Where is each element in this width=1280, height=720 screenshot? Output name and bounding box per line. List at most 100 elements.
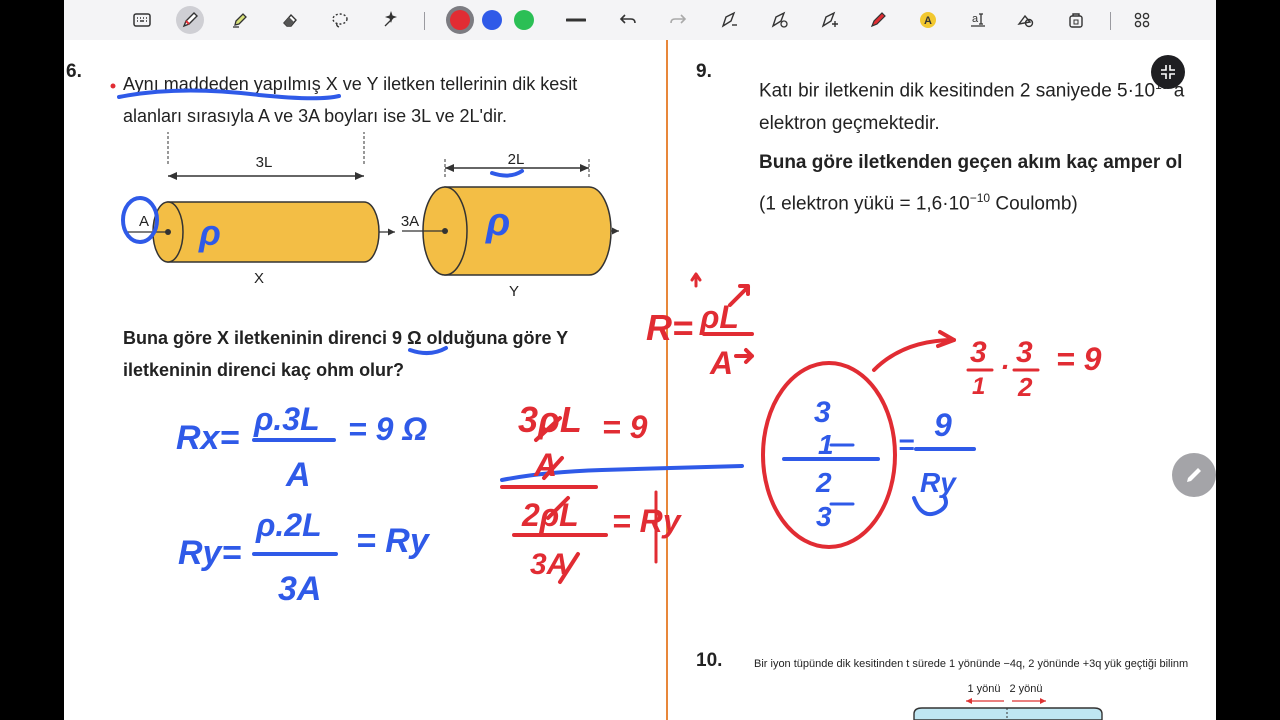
blue-rx-denominator: A — [285, 456, 311, 494]
blue-underline-intro — [117, 88, 341, 101]
toolbar-separator — [424, 12, 425, 30]
blue-color-swatch[interactable] — [482, 10, 502, 30]
blue-ratio-bottom-numerator: 2 — [815, 467, 832, 498]
lasso-icon — [332, 13, 348, 28]
pencil-icon — [1187, 468, 1201, 482]
blue-ratio-small-bars — [829, 443, 855, 506]
blue-ry-numerator: ρ.2L — [255, 507, 322, 543]
shape-icon — [771, 11, 788, 28]
edit-floating-button[interactable] — [1172, 453, 1216, 497]
blue-rx-rhs: = 9 Ω — [348, 411, 427, 447]
red-formula-r: R= — [646, 307, 693, 348]
tape-button[interactable] — [816, 6, 844, 34]
keyboard-icon — [133, 13, 151, 27]
cylinder-x-name: X — [254, 270, 264, 287]
shape-button[interactable] — [766, 6, 794, 34]
tape-icon — [821, 11, 838, 28]
red-product-equals: = 9 — [1056, 341, 1102, 377]
lasso-button[interactable] — [326, 6, 354, 34]
shape-pen-icon — [721, 11, 737, 28]
redo-button[interactable] — [664, 6, 692, 34]
document-page[interactable]: 6. Aynı maddeden yapılmış X ve Y iletken… — [64, 40, 1216, 720]
text-box-button[interactable]: a — [964, 6, 992, 34]
stroke-width-icon — [566, 18, 586, 22]
red-small-arrow — [690, 272, 702, 288]
magic-icon — [384, 10, 398, 27]
collapse-button[interactable] — [1151, 55, 1185, 89]
blue-ry-lhs: Ry= — [178, 534, 241, 572]
svg-text:a: a — [972, 13, 979, 25]
blue-ry-rhs: = Ry — [356, 522, 431, 560]
red-product-dot: · — [1000, 351, 1009, 382]
blue-rho-x: ρ — [198, 212, 221, 253]
redo-icon — [670, 14, 687, 24]
eraser-button[interactable] — [276, 6, 304, 34]
grid-button[interactable] — [1128, 6, 1156, 34]
red-color-swatch[interactable] — [450, 10, 470, 30]
stroke-width-button[interactable] — [562, 6, 590, 34]
highlighter-icon — [233, 13, 247, 28]
red-product-a-numerator: 3 — [970, 336, 987, 369]
undo-icon — [619, 14, 636, 24]
blue-annotations — [117, 88, 976, 556]
blue-ry-scribble — [912, 494, 948, 517]
blue-rx-numerator: ρ.3L — [253, 401, 320, 437]
annotation-toolbar: A a — [64, 0, 1216, 41]
laser-icon — [870, 12, 886, 28]
cylinder-y-area-label: 3A — [401, 213, 419, 230]
highlighter-button[interactable] — [226, 6, 254, 34]
cylinder-y-length-label: 2L — [508, 151, 525, 168]
grid-icon — [1134, 12, 1150, 28]
q10-direction-2-label: 2 yönü — [1009, 683, 1042, 695]
text-icon: A — [920, 12, 936, 28]
red-bottom-denominator: 3A — [530, 548, 568, 581]
cylinder-y-name: Y — [509, 283, 519, 300]
cylinder-x-figure: 3L A X — [124, 132, 395, 287]
red-top-denominator: A — [533, 447, 557, 483]
red-handwritten-text: R= ρL A 3ρL A = 9 2ρL 3A = Ry 3 1 · 3 2 … — [518, 299, 1102, 581]
element-button[interactable] — [1012, 6, 1040, 34]
collapse-icon — [1161, 65, 1175, 79]
blue-ratio-bottom-denominator: 3 — [816, 501, 832, 532]
blue-ratio-rhs-denominator: Ry — [920, 467, 957, 498]
red-product-b-numerator: 3 — [1016, 336, 1033, 369]
red-product-b-denominator: 2 — [1017, 372, 1033, 402]
green-color-swatch[interactable] — [514, 10, 534, 30]
keyboard-button[interactable] — [128, 6, 156, 34]
blue-underline-2l — [490, 169, 524, 178]
blue-ratio-top-numerator: 3 — [814, 396, 831, 429]
q10-direction-1-label: 1 yönü — [967, 683, 1000, 695]
red-right-arrow — [734, 348, 754, 364]
toolbar-separator — [1110, 12, 1111, 30]
text-box-icon: a — [971, 13, 985, 27]
blue-ratio-equals: = — [898, 429, 914, 460]
magic-button[interactable] — [376, 6, 404, 34]
red-formula-numerator: ρL — [699, 299, 739, 335]
blue-rho-y: ρ — [485, 200, 510, 244]
shape-pen-button[interactable] — [716, 6, 744, 34]
eraser-icon — [283, 13, 297, 27]
red-top-numerator: 3ρL — [518, 399, 582, 440]
pen-icon — [182, 12, 198, 28]
image-button[interactable] — [1062, 6, 1090, 34]
red-annotations — [500, 272, 1040, 584]
red-bottom-numerator: 2ρL — [521, 497, 579, 533]
cylinder-x-area-label: A — [139, 213, 149, 230]
annotation-canvas: 3L A X 2L 3A Y 1 yönü 2 yönü ρ ρ Rx= ρ.3… — [110, 83, 1103, 720]
element-icon — [1017, 14, 1034, 28]
blue-rx-lhs: Rx= — [176, 419, 239, 457]
blue-underline-value — [408, 346, 448, 355]
cylinder-x-length-label: 3L — [256, 154, 273, 171]
blue-ratio-top-denominator: 1 — [818, 429, 834, 460]
pen-button[interactable] — [176, 6, 204, 34]
text-button[interactable]: A — [914, 6, 942, 34]
ion-tube-figure: 1 yönü 2 yönü — [913, 683, 1103, 720]
red-top-equals: = 9 — [602, 409, 648, 445]
red-product-a-denominator: 1 — [972, 373, 985, 400]
blue-ry-denominator: 3A — [278, 570, 321, 608]
blue-ratio-rhs-numerator: 9 — [934, 407, 952, 443]
svg-text:A: A — [924, 15, 932, 27]
undo-button[interactable] — [614, 6, 642, 34]
red-dot-marker — [110, 83, 116, 89]
laser-button[interactable] — [864, 6, 892, 34]
